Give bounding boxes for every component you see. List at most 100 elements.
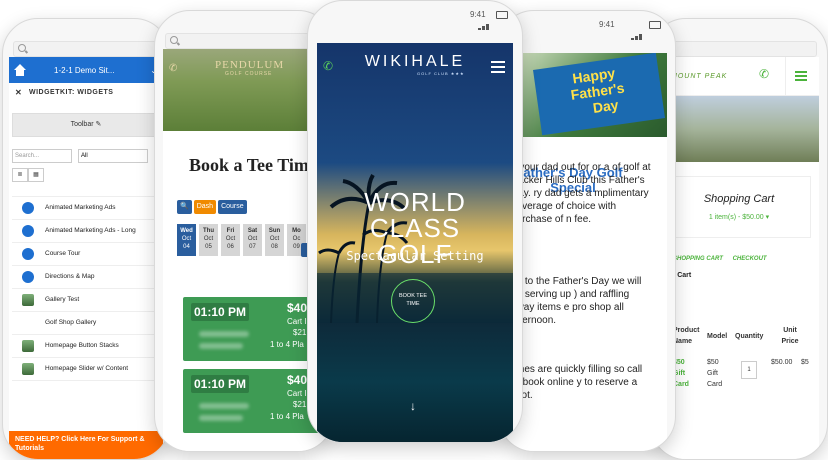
blurred-text — [199, 343, 243, 349]
battery-icon — [649, 21, 661, 29]
list-item[interactable]: Homepage Button Stacks — [12, 335, 160, 358]
cart-summary[interactable]: 1 item(s) - $50.00 ▾ — [668, 213, 810, 221]
course-logo-sub: GOLF COURSE — [225, 71, 273, 77]
item-label: Course Tour — [45, 250, 81, 257]
page-title: Book a Tee Tim — [189, 155, 309, 175]
phone-fathers-day: 9:41 Happy Father's Day ather's Day Golf… — [498, 10, 676, 452]
cart-links: SHOPPING CART CHECKOUT — [673, 256, 819, 262]
filter-select[interactable]: All — [78, 149, 148, 163]
course-button[interactable]: Course — [218, 200, 247, 214]
site-header: MOUNT PEAK ✆ — [659, 57, 819, 96]
date-month: Oc — [292, 236, 301, 242]
item-label: Golf Shop Gallery — [45, 319, 97, 326]
date-month: Oct — [269, 236, 280, 242]
date-month: Oct — [247, 236, 258, 242]
date-day: Mo — [292, 228, 301, 234]
widget-icon — [22, 248, 34, 260]
thumbnail-icon — [22, 340, 34, 352]
date-num: 09 — [293, 244, 300, 250]
url-bar[interactable] — [165, 33, 323, 49]
help-banner[interactable]: NEED HELP? Click Here For Support & Tuto… — [9, 431, 163, 459]
club-logo[interactable]: WIKIHALE — [317, 53, 513, 71]
slot-price: $40 — [287, 301, 308, 315]
checkout-link[interactable]: CHECKOUT — [733, 256, 767, 262]
quantity-input[interactable]: 1 — [741, 361, 757, 379]
list-item[interactable]: Directions & Map — [12, 266, 160, 289]
phone-icon[interactable]: ✆ — [169, 63, 177, 74]
fathers-day-card: Happy Father's Day — [533, 53, 665, 136]
cart-title: Shopping Cart — [703, 193, 775, 205]
grid-view-icon[interactable]: ▦ — [28, 168, 44, 182]
signal-icon — [478, 12, 496, 30]
dash-button[interactable]: Dash — [193, 200, 217, 214]
col-model: Model — [707, 333, 728, 340]
screen: ✆ PENDULUM GOLF COURSE Book a Tee Tim 🔍 … — [163, 49, 325, 451]
tee-time-slot[interactable]: 01:10 PM $40 Cart I $21 1 to 4 Pla — [183, 369, 325, 433]
search-input[interactable]: Search... — [12, 149, 72, 163]
screen: ✆ WIKIHALE GOLF CLUB ★★★ WORLD CLASS GOL… — [317, 43, 513, 442]
date-chip[interactable]: Thu Oct 05 — [199, 224, 218, 256]
slot-time: 01:10 PM — [191, 303, 249, 321]
screen: Happy Father's Day ather's Day Golf Spec… — [507, 53, 667, 451]
course-hero — [659, 96, 819, 162]
date-chip[interactable]: Sat Oct 07 — [243, 224, 262, 256]
url-bar[interactable] — [661, 41, 817, 57]
home-icon[interactable] — [13, 63, 27, 77]
thumbnail-icon — [22, 294, 34, 306]
list-item[interactable]: Gallery Test — [12, 289, 160, 312]
screen: 1-2-1 Demo Sit... ⌄ ✕ WIDGETKIT: WIDGETS… — [9, 57, 163, 459]
date-day: Wed — [180, 228, 193, 234]
url-bar[interactable] — [13, 41, 159, 57]
blurred-text — [199, 403, 249, 409]
scroll-down-icon[interactable]: ↓ — [410, 399, 416, 413]
blurred-text — [199, 331, 249, 337]
phone-wikihale: 9:41 ✆ WIKIHALE GOLF CLUB ★★★ WORLD CLAS… — [307, 0, 523, 443]
toolbar-button[interactable]: Toolbar ✎ — [12, 113, 160, 137]
course-hero: ✆ PENDULUM GOLF COURSE — [163, 49, 325, 131]
app-header: 1-2-1 Demo Sit... ⌄ — [9, 57, 163, 83]
course-logo: PENDULUM — [215, 59, 285, 71]
menu-icon[interactable] — [491, 61, 505, 76]
view-toggle: ≣ ▦ — [12, 168, 160, 182]
date-chip[interactable]: Fri Oct 06 — [221, 224, 240, 256]
slot-cart: Cart I — [287, 317, 307, 326]
cart-box: Shopping Cart 1 item(s) - $50.00 ▾ — [667, 176, 811, 238]
battery-icon — [496, 11, 508, 19]
list-item[interactable]: Animated Marketing Ads - Long — [12, 220, 160, 243]
item-label: Gallery Test — [45, 296, 80, 303]
card-line3: Day — [591, 96, 620, 116]
widget-icon — [22, 202, 34, 214]
pencil-icon: ✎ — [95, 121, 102, 128]
divider — [785, 57, 786, 95]
date-chip[interactable]: Wed Oct 04 — [177, 224, 196, 256]
list-item[interactable]: Golf Shop Gallery — [12, 312, 160, 335]
phone-widgetkit: 1-2-1 Demo Sit... ⌄ ✕ WIDGETKIT: WIDGETS… — [2, 18, 170, 460]
item-name-link[interactable]: $50 Gift Card — [673, 357, 697, 390]
date-num: 05 — [205, 244, 212, 250]
tee-time-slot[interactable]: 01:10 PM $40 Cart I $21 1 to 4 Pla — [183, 297, 325, 361]
signal-icon — [631, 22, 649, 40]
club-logo-sub: GOLF CLUB ★★★ — [417, 71, 465, 76]
slot-players: 1 to 4 Pla — [270, 340, 304, 349]
site-logo[interactable]: MOUNT PEAK — [671, 73, 727, 80]
list-item[interactable]: Course Tour — [12, 243, 160, 266]
close-icon[interactable]: ✕ — [15, 88, 22, 97]
date-chip[interactable]: Sun Oct 08 — [265, 224, 284, 256]
search-button[interactable]: 🔍 — [177, 200, 192, 214]
list-view-icon[interactable]: ≣ — [12, 168, 28, 182]
phone-shopping-cart: MOUNT PEAK ✆ Shopping Cart 1 item(s) - $… — [650, 18, 828, 460]
book-tee-time-button[interactable]: BOOK TEE TIME — [391, 279, 435, 323]
date-num: 08 — [271, 244, 278, 250]
date-num: 06 — [227, 244, 234, 250]
item-unit-price: $50.00 — [771, 359, 793, 366]
list-item[interactable]: Animated Marketing Ads — [12, 197, 160, 220]
date-day: Fri — [226, 228, 235, 234]
section-title: WIDGETKIT: WIDGETS — [29, 89, 114, 96]
shopping-cart-link[interactable]: SHOPPING CART — [673, 256, 723, 262]
paragraph-1: e your dad out for or a of golf at Hacke… — [511, 162, 651, 225]
phone-icon[interactable]: ✆ — [759, 67, 769, 81]
site-title[interactable]: 1-2-1 Demo Sit... — [54, 66, 114, 75]
menu-icon[interactable] — [795, 71, 807, 83]
col-product: Product Name — [673, 327, 700, 345]
list-item[interactable]: Homepage Slider w/ Content — [12, 358, 160, 381]
